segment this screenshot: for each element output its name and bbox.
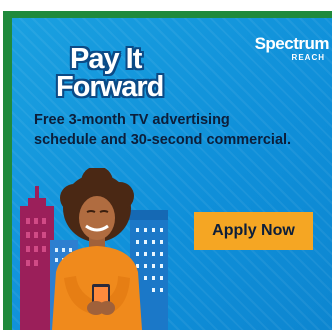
headline-line1: Free 3-month TV advertising — [34, 112, 230, 128]
apply-now-button[interactable]: Apply Now — [194, 212, 313, 250]
illustration-woman-with-phone — [20, 168, 168, 330]
brand-subtitle: REACH — [291, 53, 325, 62]
spectrum-reach-logo: Spectrum REACH — [234, 34, 330, 63]
pay-it-forward-logo-line1: Pay It — [70, 43, 142, 75]
headline-line2: schedule and 30-second commercial. — [34, 132, 292, 148]
woman-face — [79, 196, 115, 240]
page: Spectrum REACH Pay It Forward Free 3-mon… — [0, 0, 332, 330]
pay-it-forward-logo-line2: Forward — [56, 71, 164, 103]
advertisement-banner[interactable]: Spectrum REACH Pay It Forward Free 3-mon… — [12, 18, 332, 330]
headline: Free 3-month TV advertising schedule and… — [34, 110, 326, 150]
building-pink — [20, 206, 54, 330]
brand-name: Spectrum — [254, 34, 330, 53]
